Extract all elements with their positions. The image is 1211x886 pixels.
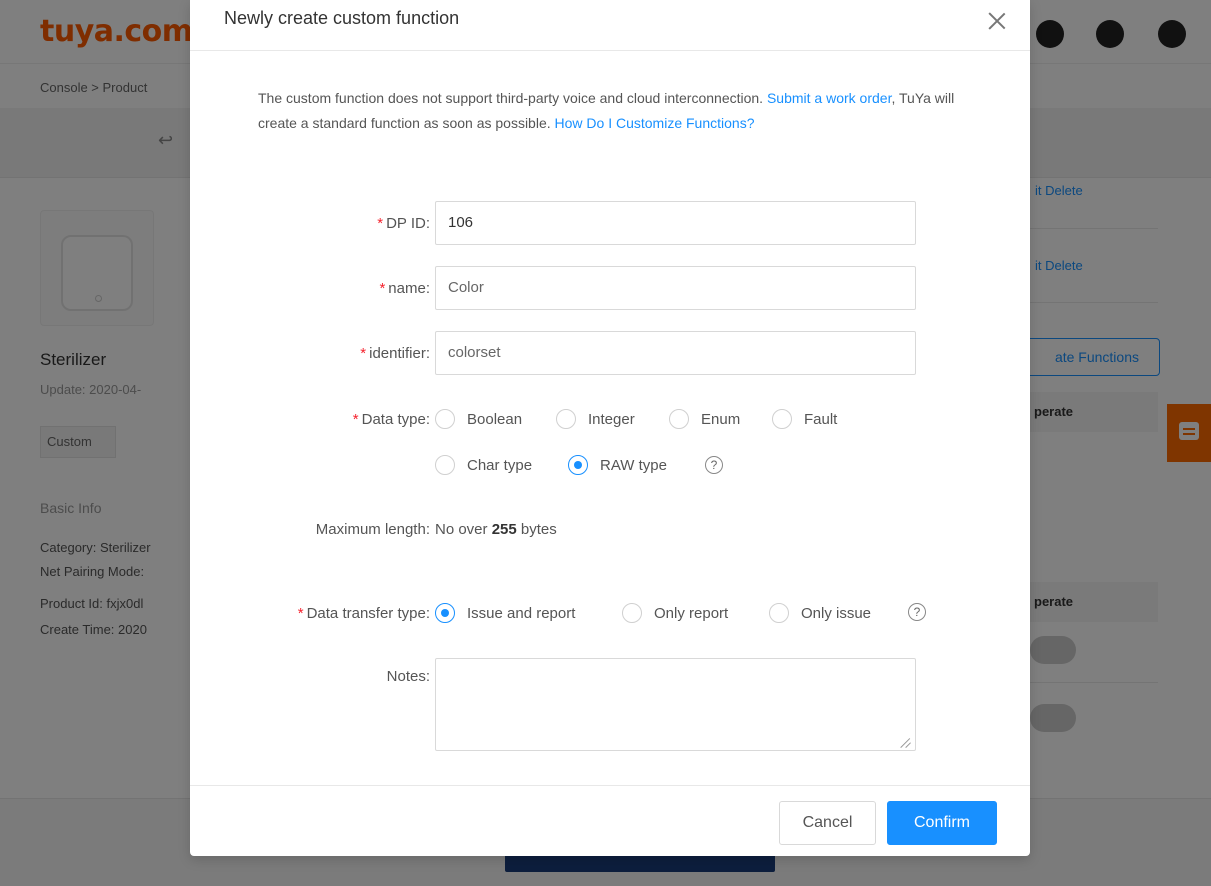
radio-circle <box>435 409 455 429</box>
notes-textarea[interactable] <box>435 658 916 751</box>
notice-text: The custom function does not support thi… <box>258 86 958 136</box>
cancel-button[interactable]: Cancel <box>779 801 876 845</box>
data-type-enum-radio[interactable]: Enum <box>669 409 740 429</box>
radio-label: Only report <box>654 604 729 622</box>
dialog-title: Newly create custom function <box>224 8 460 28</box>
radio-circle <box>669 409 689 429</box>
dialog-footer: Cancel Confirm <box>190 785 1030 856</box>
radio-circle <box>435 455 455 475</box>
close-icon[interactable] <box>986 10 1008 32</box>
radio-label: Enum <box>701 410 741 428</box>
dp-id-input[interactable]: 106 <box>435 201 916 245</box>
radio-label: Issue and report <box>467 604 576 622</box>
max-length-label: Maximum length: <box>190 521 430 538</box>
max-length-label-text: Maximum length: <box>315 521 430 538</box>
transfer-type-label-text: Data transfer type: <box>306 605 430 622</box>
data-type-boolean-radio[interactable]: Boolean <box>435 409 522 429</box>
notes-label: Notes: <box>190 668 430 685</box>
identifier-label: * identifier: <box>360 345 430 362</box>
data-type-label-text: Data type: <box>361 411 430 428</box>
submit-work-order-link[interactable]: Submit a work order <box>767 90 892 106</box>
create-function-dialog: Newly create custom function The custom … <box>190 0 1030 856</box>
transfer-type-help-icon[interactable]: ? <box>908 603 926 621</box>
name-input[interactable]: Color <box>435 266 916 310</box>
dp-id-label-text: DP ID: <box>386 215 430 232</box>
data-type-char-radio[interactable]: Char type <box>435 455 532 475</box>
radio-circle <box>435 603 455 623</box>
data-type-label: * Data type: <box>352 411 430 428</box>
radio-label: Only issue <box>801 604 872 622</box>
transfer-only-issue-radio[interactable]: Only issue <box>769 603 871 623</box>
data-type-fault-radio[interactable]: Fault <box>772 409 837 429</box>
transfer-type-label: * Data transfer type: <box>297 605 430 622</box>
dialog-header: Newly create custom function <box>190 0 1030 51</box>
notice-text-part: The custom function does not support thi… <box>258 90 767 106</box>
radio-label: Boolean <box>467 410 523 428</box>
dp-id-label: * DP ID: <box>377 215 430 232</box>
radio-label: Char type <box>467 456 533 474</box>
data-type-integer-radio[interactable]: Integer <box>556 409 635 429</box>
max-length-suffix: bytes <box>516 521 557 538</box>
radio-circle <box>568 455 588 475</box>
name-label: * name: <box>379 280 430 297</box>
data-type-help-icon[interactable]: ? <box>705 456 723 474</box>
radio-circle <box>556 409 576 429</box>
identifier-input[interactable]: colorset <box>435 331 916 375</box>
radio-label: RAW type <box>600 456 667 474</box>
name-label-text: name: <box>388 280 430 297</box>
max-length-value: No over 255 bytes <box>435 521 557 538</box>
transfer-only-report-radio[interactable]: Only report <box>622 603 728 623</box>
radio-circle <box>772 409 792 429</box>
how-to-customize-link[interactable]: How Do I Customize Functions? <box>555 115 755 131</box>
radio-circle <box>622 603 642 623</box>
identifier-label-text: identifier: <box>369 345 430 362</box>
radio-label: Fault <box>804 410 838 428</box>
resize-handle-icon[interactable] <box>901 737 911 747</box>
radio-circle <box>769 603 789 623</box>
transfer-issue-and-report-radio[interactable]: Issue and report <box>435 603 575 623</box>
max-length-number: 255 <box>491 521 517 538</box>
data-type-raw-radio[interactable]: RAW type <box>568 455 667 475</box>
radio-label: Integer <box>588 410 635 428</box>
notes-label-text: Notes: <box>386 668 430 685</box>
confirm-button[interactable]: Confirm <box>887 801 997 845</box>
max-length-prefix: No over <box>435 521 492 538</box>
